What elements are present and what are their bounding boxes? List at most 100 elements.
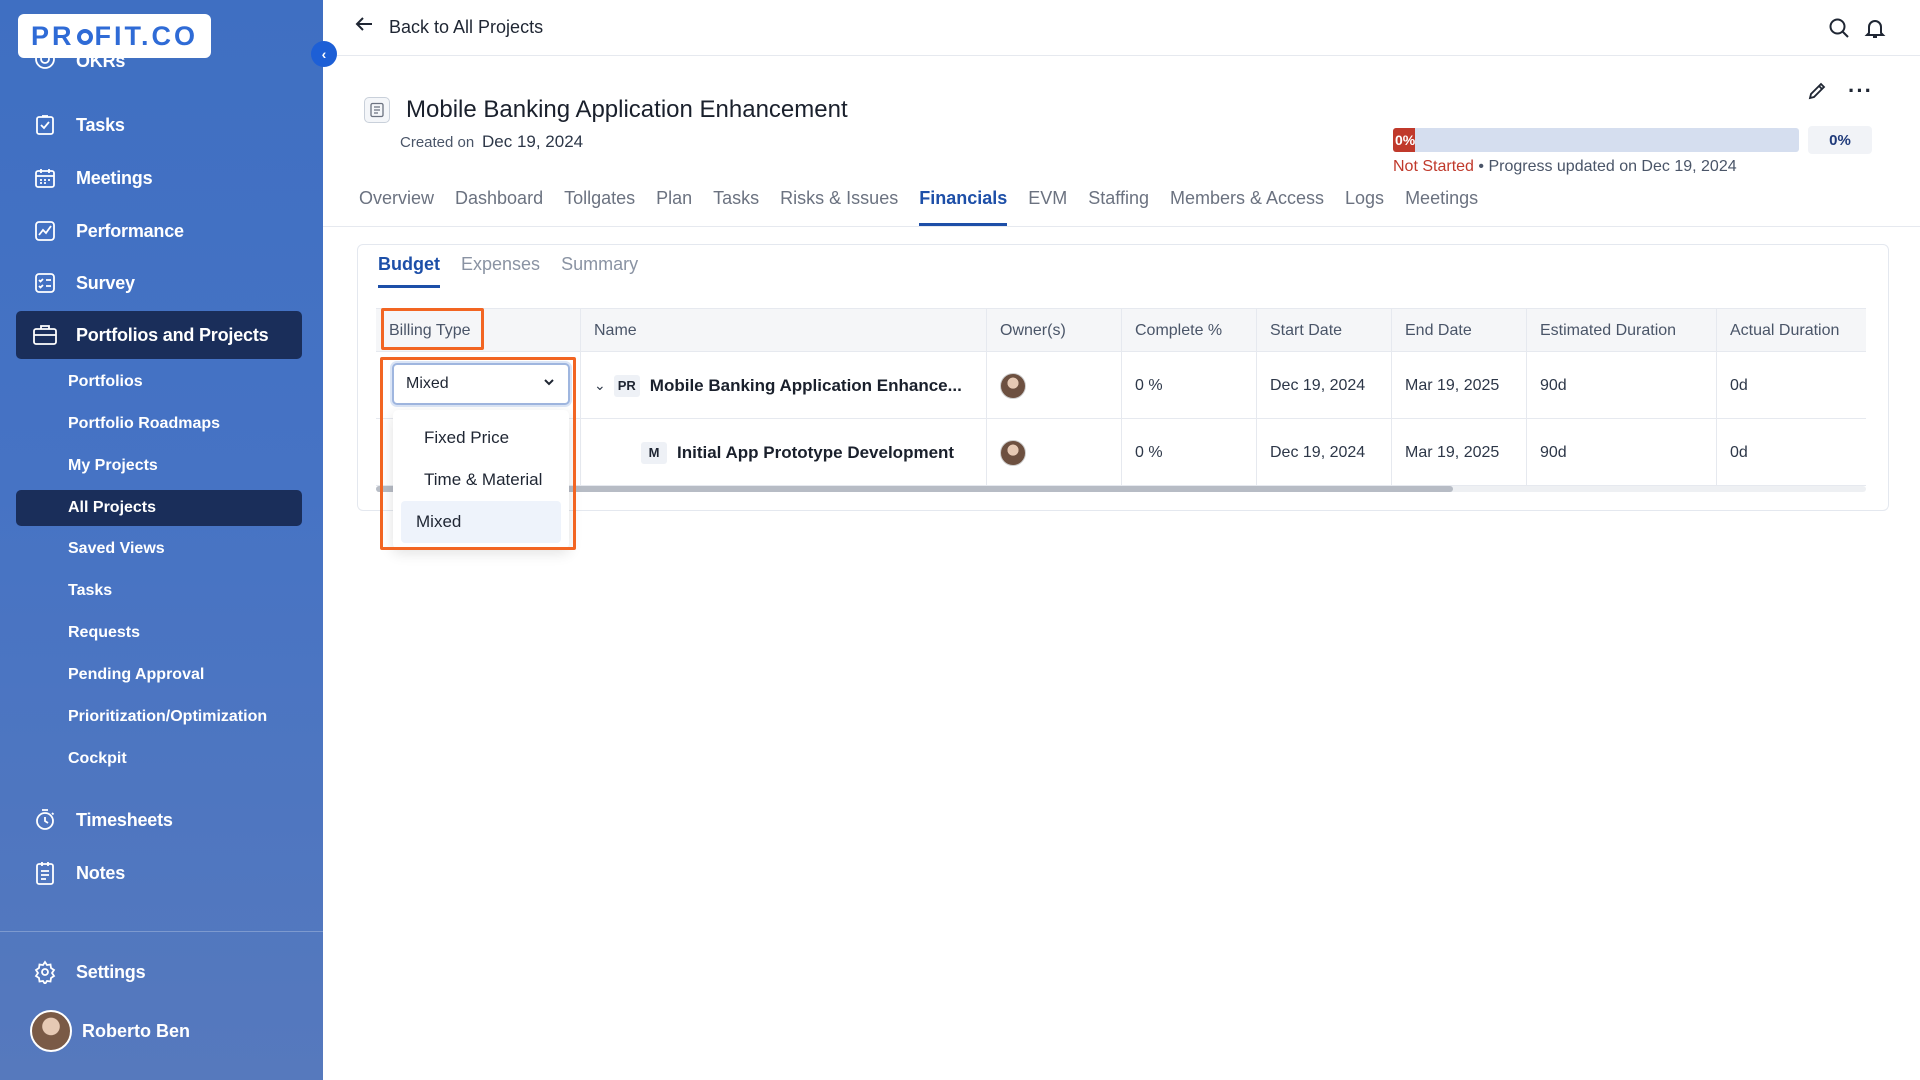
option-fixed-price[interactable]: Fixed Price (401, 417, 561, 459)
sidebar-subitem-all-projects[interactable]: All Projects (16, 490, 302, 526)
created-on-date: Dec 19, 2024 (482, 132, 584, 151)
sidebar-item-timesheets[interactable]: Timesheets (16, 796, 302, 844)
sidebar-item-performance[interactable]: Performance (16, 207, 302, 255)
okr-target-icon (32, 48, 58, 72)
subitem-label: Pending Approval (68, 666, 205, 683)
bell-icon[interactable] (1863, 16, 1887, 40)
sidebar-item-okrs[interactable]: OKRs (16, 48, 302, 72)
gear-icon (32, 959, 58, 985)
subtab-summary[interactable]: Summary (561, 254, 638, 288)
tab-meetings[interactable]: Meetings (1405, 188, 1478, 226)
search-icon[interactable] (1827, 16, 1851, 40)
sidebar-item-label: OKRs (76, 51, 126, 71)
row-name[interactable]: Initial App Prototype Development (677, 443, 954, 463)
subitem-label: Saved Views (68, 540, 165, 557)
tab-risks-issues[interactable]: Risks & Issues (780, 188, 898, 226)
table-row[interactable]: M Initial App Prototype Development 0 % … (376, 419, 1866, 486)
back-arrow-icon[interactable] (353, 13, 375, 41)
sidebar-subitem-cockpit[interactable]: Cockpit (16, 741, 302, 777)
complete-cell: 0 % (1122, 352, 1257, 419)
end-date-cell: Mar 19, 2025 (1392, 352, 1527, 419)
col-actual-duration[interactable]: Actual Duration (1717, 309, 1866, 353)
sidebar-item-tasks[interactable]: Tasks (16, 101, 302, 149)
sidebar-item-survey[interactable]: Survey (16, 259, 302, 307)
progress-bar: 0% (1393, 128, 1799, 152)
logo-text-left: PR (30, 20, 75, 51)
sidebar-divider (0, 931, 323, 932)
billing-type-value: Mixed (406, 375, 449, 392)
avatar[interactable] (1000, 372, 1026, 399)
briefcase-icon (32, 322, 58, 348)
col-end-date[interactable]: End Date (1392, 309, 1527, 353)
sidebar-subitem-saved-views[interactable]: Saved Views (16, 531, 302, 567)
subitem-label: Tasks (68, 582, 113, 599)
sidebar-item-label: Settings (76, 961, 146, 982)
sidebar-subitem-requests[interactable]: Requests (16, 615, 302, 651)
col-start-date[interactable]: Start Date (1257, 309, 1392, 353)
tab-dashboard[interactable]: Dashboard (455, 188, 543, 226)
tab-tollgates[interactable]: Tollgates (564, 188, 635, 226)
subtab-budget[interactable]: Budget (378, 254, 440, 288)
col-estimated-duration[interactable]: Estimated Duration (1527, 309, 1717, 353)
chevron-down-icon[interactable]: ⌄ (594, 377, 606, 394)
tab-members-access[interactable]: Members & Access (1170, 188, 1324, 226)
sidebar-subitem-my-projects[interactable]: My Projects (16, 448, 302, 484)
avatar[interactable] (1000, 439, 1026, 466)
more-options-icon[interactable]: ··· (1848, 78, 1873, 104)
table-header: Billing Type Name Owner(s) Complete % St… (376, 308, 1866, 353)
tab-tasks[interactable]: Tasks (713, 188, 759, 226)
sidebar-item-notes[interactable]: Notes (16, 849, 302, 897)
tab-plan[interactable]: Plan (656, 188, 692, 226)
progress-percent: 0% (1808, 126, 1872, 154)
sidebar-item-label: Notes (76, 862, 126, 883)
tab-logs[interactable]: Logs (1345, 188, 1384, 226)
row-name[interactable]: Mobile Banking Application Enhance... (650, 376, 962, 396)
col-complete[interactable]: Complete % (1122, 309, 1257, 353)
sidebar-subitem-tasks[interactable]: Tasks (16, 573, 302, 609)
user-profile[interactable]: Roberto Ben (30, 1010, 190, 1052)
sidebar-item-label: Meetings (76, 167, 153, 188)
subtab-expenses[interactable]: Expenses (461, 254, 540, 288)
subitem-label: Portfolio Roadmaps (68, 415, 221, 432)
logo-target-icon (76, 29, 93, 45)
option-mixed[interactable]: Mixed (401, 501, 561, 543)
table-row[interactable]: ⌄ PR Mobile Banking Application Enhance.… (376, 352, 1866, 419)
pencil-icon[interactable] (1806, 80, 1828, 107)
sidebar-subitem-prioritization[interactable]: Prioritization/Optimization (16, 699, 302, 735)
back-to-all-projects-link[interactable]: Back to All Projects (389, 17, 543, 38)
sidebar-item-label: Tasks (76, 114, 125, 135)
collapse-sidebar-button[interactable]: ‹ (311, 41, 337, 67)
tab-staffing[interactable]: Staffing (1088, 188, 1149, 226)
sidebar-item-settings[interactable]: Settings (16, 948, 302, 996)
sidebar-subitem-portfolios[interactable]: Portfolios (16, 364, 302, 400)
sidebar-subitem-portfolio-roadmaps[interactable]: Portfolio Roadmaps (16, 406, 302, 442)
col-name[interactable]: Name (581, 309, 987, 353)
billing-type-select[interactable]: Mixed (392, 363, 570, 405)
calendar-icon (32, 165, 58, 191)
tab-overview[interactable]: Overview (359, 188, 434, 226)
estimated-duration-cell: 90d (1527, 419, 1717, 486)
tab-financials[interactable]: Financials (919, 188, 1008, 226)
user-name: Roberto Ben (82, 1020, 190, 1041)
col-owners[interactable]: Owner(s) (987, 309, 1122, 353)
option-time-material[interactable]: Time & Material (401, 459, 561, 501)
complete-cell: 0 % (1122, 419, 1257, 486)
horizontal-scrollbar[interactable] (376, 486, 1866, 492)
sidebar-item-meetings[interactable]: Meetings (16, 154, 302, 202)
estimated-duration-cell: 90d (1527, 352, 1717, 419)
logo-text-right: FIT.CO (94, 20, 198, 51)
owner-cell (987, 419, 1122, 486)
tab-evm[interactable]: EVM (1028, 188, 1067, 226)
status-separator: • (1473, 158, 1489, 175)
chevron-left-icon: ‹ (321, 46, 327, 62)
sidebar-item-portfolios-and-projects[interactable]: Portfolios and Projects (16, 311, 302, 359)
avatar (30, 1010, 72, 1052)
sidebar-subitem-pending-approval[interactable]: Pending Approval (16, 657, 302, 693)
subitem-label: Portfolios (68, 373, 143, 390)
chevron-down-icon (542, 375, 556, 392)
created-on-label: Created on (400, 134, 475, 151)
subitem-label: My Projects (68, 457, 158, 474)
col-billing-type[interactable]: Billing Type (376, 309, 581, 353)
subitem-label: Requests (68, 624, 141, 641)
progress-updated-text: Progress updated on Dec 19, 2024 (1488, 158, 1737, 175)
